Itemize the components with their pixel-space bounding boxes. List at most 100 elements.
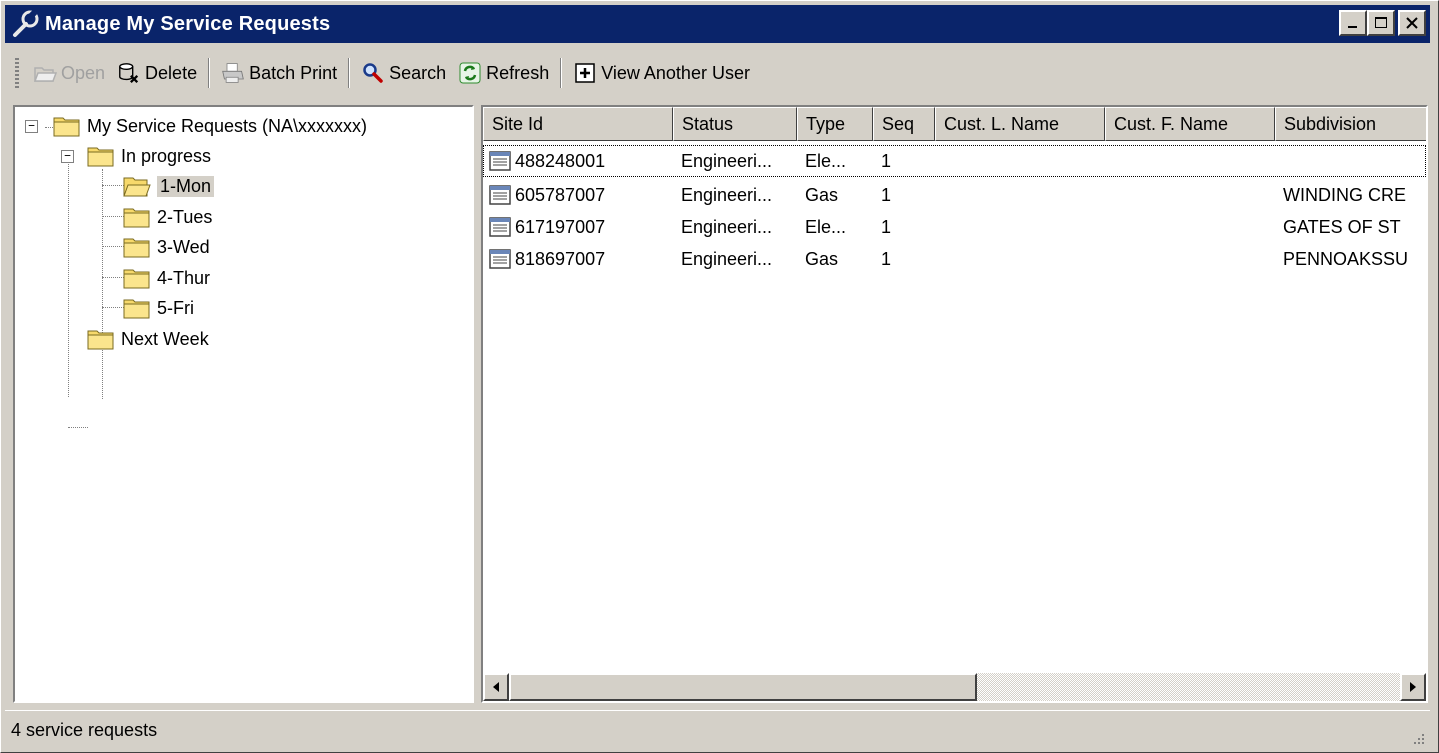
column-header-seq[interactable]: Seq [873,107,935,141]
record-icon [489,249,511,269]
close-button[interactable] [1398,10,1426,36]
service-request-list[interactable]: Site Id Status Type Seq Cust. L. Name Cu… [481,105,1428,703]
scroll-left-button[interactable] [483,673,509,701]
toolbar: Open Delete Batch Print Search Refresh V… [5,47,1430,99]
table-row[interactable]: 488248001 Engineeri... Ele... 1 [483,145,1426,177]
tree-guide-line [68,157,69,397]
tree-guide-line [102,277,124,278]
refresh-button[interactable]: Refresh [452,55,555,91]
tree-label: 1-Mon [157,175,215,197]
cell-status: Engineeri... [681,216,773,237]
cell-seq: 1 [881,248,892,269]
cell-seq: 1 [881,150,892,171]
app-window: Manage My Service Requests Open Delete B… [0,0,1439,753]
tree-label: 3-Wed [157,236,210,257]
resize-grip-icon[interactable] [1410,730,1426,746]
arrow-right-icon [1410,682,1416,692]
tree-label: 5-Fri [157,297,194,318]
batch-print-button[interactable]: Batch Print [215,55,343,91]
tree-node-2-tues[interactable]: 2-Tues [123,203,212,231]
open-folder-icon [123,177,151,197]
cell-type: Ele... [805,150,847,171]
cell-site-id: 617197007 [483,217,673,238]
refresh-icon [458,61,482,85]
cell-site-id: 605787007 [483,185,673,206]
tree-node-1-mon[interactable]: 1-Mon [123,172,215,200]
tree-guide-line [102,216,124,217]
search-icon [361,61,385,85]
status-text: 4 service requests [11,720,158,740]
folder-icon [123,299,150,319]
toolbar-separator [208,58,211,88]
tree-guide-line [102,169,103,399]
tree-label: 2-Tues [157,206,213,227]
table-row[interactable]: 818697007 Engineeri... Gas 1 PENNOAKSSU [483,243,1426,275]
cell-site-id: 488248001 [483,151,673,172]
delete-label: Delete [145,62,198,83]
scroll-thumb[interactable] [509,673,977,701]
tree-label: In progress [121,145,212,166]
tree-node-3-wed[interactable]: 3-Wed [123,233,210,261]
column-header-site-id[interactable]: Site Id [483,107,673,141]
column-header-cust-f-name[interactable]: Cust. F. Name [1105,107,1275,141]
tree-node-in-progress[interactable]: In progress [87,142,211,170]
table-row[interactable]: 617197007 Engineeri... Ele... 1 GATES OF… [483,211,1426,243]
refresh-label: Refresh [486,62,550,83]
search-button[interactable]: Search [355,55,452,91]
view-another-user-label: View Another User [601,62,750,83]
column-header-status[interactable]: Status [673,107,797,141]
scroll-right-button[interactable] [1400,673,1426,701]
column-header-subdivision[interactable]: Subdivision [1275,107,1426,141]
cell-type: Gas [805,248,839,269]
folder-icon [87,330,114,350]
site-id-text: 818697007 [515,248,606,269]
view-another-user-button[interactable]: View Another User [567,55,756,91]
tree-node-next-week[interactable]: Next Week [87,325,209,353]
table-row[interactable]: 605787007 Engineeri... Gas 1 WINDING CRE [483,179,1426,211]
tree-guide-line [102,307,124,308]
cell-subdivision: GATES OF ST [1283,216,1401,237]
cell-subdivision: WINDING CRE [1283,184,1406,205]
toolbar-separator [348,58,351,88]
cell-site-id: 818697007 [483,249,673,270]
batch-print-label: Batch Print [249,62,338,83]
toolbar-separator [560,58,563,88]
collapse-toggle[interactable]: − [61,150,74,163]
cell-status: Engineeri... [681,184,773,205]
site-id-text: 488248001 [515,150,606,171]
site-id-text: 605787007 [515,184,606,205]
list-header: Site Id Status Type Seq Cust. L. Name Cu… [483,107,1426,141]
window-title: Manage My Service Requests [45,12,331,35]
minimize-button[interactable] [1339,10,1367,36]
cell-seq: 1 [881,184,892,205]
open-folder-icon [33,61,57,85]
wrench-icon [9,7,43,41]
delete-db-icon [117,61,141,85]
tree-node-5-fri[interactable]: 5-Fri [123,294,194,322]
folder-tree[interactable]: − My Service Requests (NA\xxxxxxx) − In … [13,105,474,703]
cell-status: Engineeri... [681,248,773,269]
maximize-button[interactable] [1367,10,1395,36]
column-header-cust-l-name[interactable]: Cust. L. Name [935,107,1105,141]
tree-node-root[interactable]: My Service Requests (NA\xxxxxxx) [53,112,367,140]
cell-type: Gas [805,184,839,205]
delete-button[interactable]: Delete [111,55,203,91]
title-bar[interactable]: Manage My Service Requests [5,5,1430,43]
tree-node-4-thur[interactable]: 4-Thur [123,264,210,292]
cell-status: Engineeri... [681,150,773,171]
toolbar-grip[interactable] [15,58,19,88]
open-label: Open [61,62,106,83]
cell-subdivision: PENNOAKSSU [1283,248,1409,269]
horizontal-scrollbar[interactable] [483,673,1426,701]
folder-icon [123,238,150,258]
column-header-type[interactable]: Type [797,107,873,141]
collapse-toggle[interactable]: − [25,120,38,133]
folder-icon [123,269,150,289]
folder-icon [53,117,80,137]
cell-type: Ele... [805,216,847,237]
tree-label: My Service Requests (NA\xxxxxxx) [87,115,368,136]
folder-icon [123,208,150,228]
folder-icon [87,147,114,167]
open-button[interactable]: Open [27,55,111,91]
caption-buttons [1339,10,1426,36]
